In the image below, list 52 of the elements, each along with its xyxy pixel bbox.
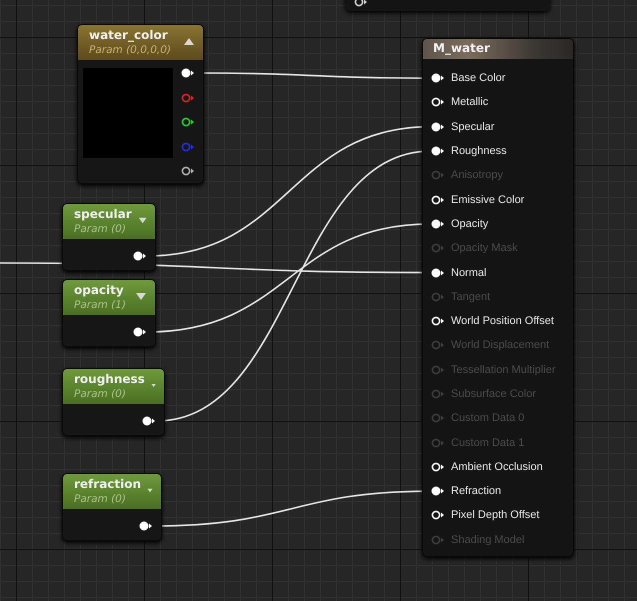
pin-label: Emissive Color xyxy=(451,194,524,206)
pin-label: Refraction xyxy=(451,485,502,498)
pin-label: Pixel Depth Offset xyxy=(451,509,540,522)
node-title: water_color xyxy=(89,28,169,43)
output-pin[interactable] xyxy=(181,117,195,127)
input-pin[interactable] xyxy=(431,510,445,520)
node-subtitle: Param (0,0,0,0) xyxy=(89,43,172,57)
output-pin[interactable] xyxy=(181,68,195,78)
output-pin[interactable] xyxy=(354,0,368,7)
pin-label: Opacity xyxy=(451,218,488,230)
input-pin[interactable] xyxy=(431,194,445,205)
node-title: refraction xyxy=(74,477,142,492)
node-title: opacity xyxy=(74,283,125,298)
expand-arrow-icon[interactable] xyxy=(135,292,147,301)
input-pin[interactable] xyxy=(431,146,445,156)
node-card[interactable]: refraction Param (0) xyxy=(62,473,162,541)
input-pin[interactable] xyxy=(431,73,445,84)
node-subtitle: Param (0) xyxy=(74,222,127,236)
pin-label: Metallic xyxy=(451,96,488,108)
input-pin[interactable] xyxy=(431,316,445,326)
expand-arrow-icon[interactable] xyxy=(147,486,153,495)
output-pin[interactable] xyxy=(133,327,147,337)
node-card[interactable]: opacity Param (1) xyxy=(62,279,156,347)
node-card[interactable]: water_color Param (0,0,0,0) xyxy=(77,24,204,184)
node-card[interactable]: specular Param (0) xyxy=(62,203,156,271)
input-pin[interactable] xyxy=(431,122,445,132)
input-pin[interactable] xyxy=(431,462,445,472)
expand-arrow-icon[interactable] xyxy=(138,216,147,225)
input-pin[interactable] xyxy=(431,486,445,496)
node-title: M_water xyxy=(423,39,573,59)
input-pin[interactable] xyxy=(431,218,445,229)
node-card[interactable]: roughness Param (0) xyxy=(62,368,165,436)
node-subtitle: Param (0) xyxy=(74,387,127,401)
collapse-arrow-icon[interactable] xyxy=(183,37,195,46)
output-pin[interactable] xyxy=(139,521,153,531)
result-node[interactable] xyxy=(422,38,574,557)
pin-label: Base Color xyxy=(451,72,506,84)
node-subtitle: Param (1) xyxy=(74,298,126,312)
node-subtitle: Param (0) xyxy=(74,492,127,506)
pin-label: World Position Offset xyxy=(451,315,554,328)
pin-label: Specular xyxy=(451,120,494,133)
input-pin[interactable] xyxy=(431,268,445,278)
output-pin[interactable] xyxy=(142,416,156,426)
input-pin[interactable] xyxy=(431,97,445,108)
node-title: roughness xyxy=(74,372,145,387)
output-pin[interactable] xyxy=(181,166,195,176)
pin-label: Roughness xyxy=(451,145,507,158)
expand-arrow-icon[interactable] xyxy=(150,381,156,390)
pin-label: Normal xyxy=(451,266,486,279)
output-pin[interactable] xyxy=(133,251,147,261)
node-title: specular xyxy=(74,207,132,222)
pin-label: Ambient Occlusion xyxy=(451,460,543,473)
